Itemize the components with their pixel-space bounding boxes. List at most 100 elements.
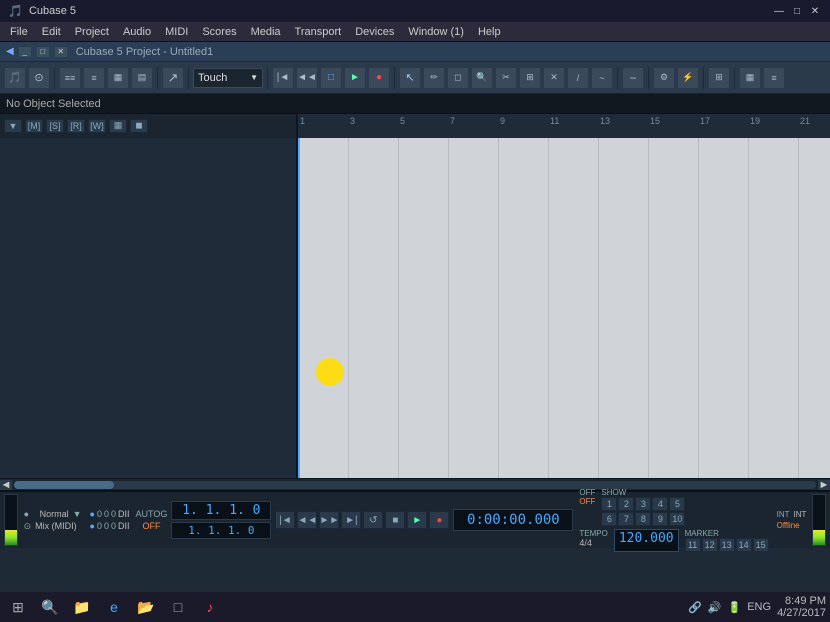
transport-play-btn[interactable]: ► — [407, 511, 427, 529]
track-header-btn-2[interactable]: [M] — [25, 119, 43, 133]
touch-chevron: ▼ — [250, 73, 258, 82]
project-title-bar: ◀ _ □ ✕ Cubase 5 Project - Untitled1 — [0, 42, 830, 62]
toolbar-btn-a3[interactable]: ▦ — [107, 67, 129, 89]
arrangement-area[interactable] — [298, 138, 830, 478]
menu-audio[interactable]: Audio — [117, 23, 157, 41]
taskbar-folder[interactable]: 📂 — [132, 594, 160, 620]
menu-media[interactable]: Media — [245, 23, 287, 41]
toolbar-btn-a1[interactable]: ≡≡ — [59, 67, 81, 89]
menu-midi[interactable]: MIDI — [159, 23, 194, 41]
grid-line-4 — [448, 138, 449, 478]
toolbar-btn-record[interactable]: ● — [368, 67, 390, 89]
taskbar-search[interactable]: 🔍 — [36, 594, 64, 620]
marker-15[interactable]: 15 — [753, 538, 769, 552]
track-header-btn-1[interactable]: ▼ — [4, 119, 22, 133]
toolbar-btn-split[interactable]: ✂ — [495, 67, 517, 89]
toolbar-btn-select[interactable]: ↖ — [399, 67, 421, 89]
toolbar-btn-glue[interactable]: ⊞ — [519, 67, 541, 89]
ruler-mark-1: 1 — [300, 116, 305, 126]
toolbar-btn-rewind[interactable]: ◄◄ — [296, 67, 318, 89]
taskbar-ie[interactable]: e — [100, 594, 128, 620]
toolbar-btn-mute[interactable]: ✕ — [543, 67, 565, 89]
track-list — [0, 138, 298, 478]
marker-14[interactable]: 14 — [736, 538, 752, 552]
toolbar-btn-snap[interactable]: ▦ — [739, 67, 761, 89]
marker-12[interactable]: 12 — [702, 538, 718, 552]
menu-window[interactable]: Window (1) — [402, 23, 470, 41]
scroll-right-btn[interactable]: ► — [818, 480, 830, 490]
toolbar-btn-line[interactable]: / — [567, 67, 589, 89]
track-header-btn-3[interactable]: [S] — [46, 119, 64, 133]
toolbar-btn-goto-start[interactable]: |◄ — [272, 67, 294, 89]
transport-fwd-btn[interactable]: ►► — [319, 511, 339, 529]
project-max-button[interactable]: □ — [36, 46, 50, 58]
toolbar-btn-curve[interactable]: ~ — [591, 67, 613, 89]
grid-line-10 — [748, 138, 749, 478]
track-header-btn-4[interactable]: [R] — [67, 119, 85, 133]
toolbar-btn-stop[interactable]: □ — [320, 67, 342, 89]
marker-8[interactable]: 8 — [635, 512, 651, 526]
marker-7[interactable]: 7 — [618, 512, 634, 526]
menu-edit[interactable]: Edit — [36, 23, 67, 41]
toolbar-btn-fx[interactable]: ⚙ — [653, 67, 675, 89]
menu-transport[interactable]: Transport — [289, 23, 348, 41]
maximize-button[interactable]: □ — [790, 4, 804, 18]
menu-file[interactable]: File — [4, 23, 34, 41]
track-header-btn-7[interactable]: ◼ — [130, 119, 148, 133]
toolbar-btn-grid[interactable]: ⊞ — [708, 67, 730, 89]
toolbar-btn-zoom[interactable]: 🔍 — [471, 67, 493, 89]
transport-prev-btn[interactable]: ◄◄ — [297, 511, 317, 529]
ruler-mark-9: 9 — [500, 116, 505, 126]
marker-3[interactable]: 3 — [635, 497, 651, 511]
autog-section: AUTOG OFF — [136, 509, 168, 531]
cubase-taskbar-btn[interactable]: ♪ — [196, 594, 224, 620]
marker-13[interactable]: 13 — [719, 538, 735, 552]
toolbar-btn-auto[interactable]: ⚡ — [677, 67, 699, 89]
marker-10[interactable]: 10 — [669, 512, 685, 526]
marker-1[interactable]: 1 — [601, 497, 617, 511]
scroll-left-btn[interactable]: ◄ — [0, 480, 12, 490]
transport-rewind-btn[interactable]: |◄ — [275, 511, 295, 529]
toolbar-btn-cursor[interactable]: ↗ — [162, 67, 184, 89]
touch-dropdown[interactable]: Touch ▼ — [193, 68, 263, 88]
track-header-bar: ▼ [M] [S] [R] [W] ▦ ◼ 1 3 5 7 9 11 13 15… — [0, 114, 830, 138]
minimize-button[interactable]: — — [772, 4, 786, 18]
track-header-btn-6[interactable]: ▦ — [109, 119, 127, 133]
marker-4[interactable]: 4 — [652, 497, 668, 511]
h-scrollbar[interactable]: ◄ ► — [0, 478, 830, 490]
marker-5[interactable]: 5 — [669, 497, 685, 511]
close-button[interactable]: ✕ — [808, 4, 822, 18]
transport-loop-btn[interactable]: ↺ — [363, 511, 383, 529]
taskbar-store[interactable]: □ — [164, 594, 192, 620]
marker-11[interactable]: 11 — [685, 538, 701, 552]
project-title: Cubase 5 Project - Untitled1 — [76, 46, 214, 58]
toolbar-btn-minus[interactable]: − — [622, 67, 644, 89]
marker-6[interactable]: 6 — [601, 512, 617, 526]
toolbar-btn-play[interactable]: ► — [344, 67, 366, 89]
transport-end-btn[interactable]: ►| — [341, 511, 361, 529]
menu-project[interactable]: Project — [69, 23, 115, 41]
track-header-btn-5[interactable]: [W] — [88, 119, 106, 133]
scroll-thumb[interactable] — [14, 481, 114, 489]
menu-devices[interactable]: Devices — [349, 23, 400, 41]
start-button[interactable]: ⊞ — [4, 594, 32, 620]
toolbar-btn-a2[interactable]: ≡ — [83, 67, 105, 89]
menu-scores[interactable]: Scores — [196, 23, 242, 41]
toolbar-sep-3 — [188, 67, 189, 89]
project-close-button[interactable]: ✕ — [54, 46, 68, 58]
menu-help[interactable]: Help — [472, 23, 507, 41]
transport-record-btn[interactable]: ● — [429, 511, 449, 529]
taskbar-files[interactable]: 📁 — [68, 594, 96, 620]
toolbar-btn-a4[interactable]: ▤ — [131, 67, 153, 89]
toolbar-btn-link[interactable]: ≡ — [763, 67, 785, 89]
toolbar-btn-metronome[interactable]: 🎵 — [4, 67, 26, 89]
toolbar-btn-draw[interactable]: ✏ — [423, 67, 445, 89]
toolbar-btn-loop[interactable]: ⊙ — [28, 67, 50, 89]
transport-stop-btn[interactable]: ■ — [385, 511, 405, 529]
marker-2[interactable]: 2 — [618, 497, 634, 511]
scroll-track[interactable] — [14, 481, 816, 489]
marker-9[interactable]: 9 — [652, 512, 668, 526]
toolbar-btn-erase[interactable]: ◻ — [447, 67, 469, 89]
toolbar-sep-9 — [734, 67, 735, 89]
project-min-button[interactable]: _ — [18, 46, 32, 58]
